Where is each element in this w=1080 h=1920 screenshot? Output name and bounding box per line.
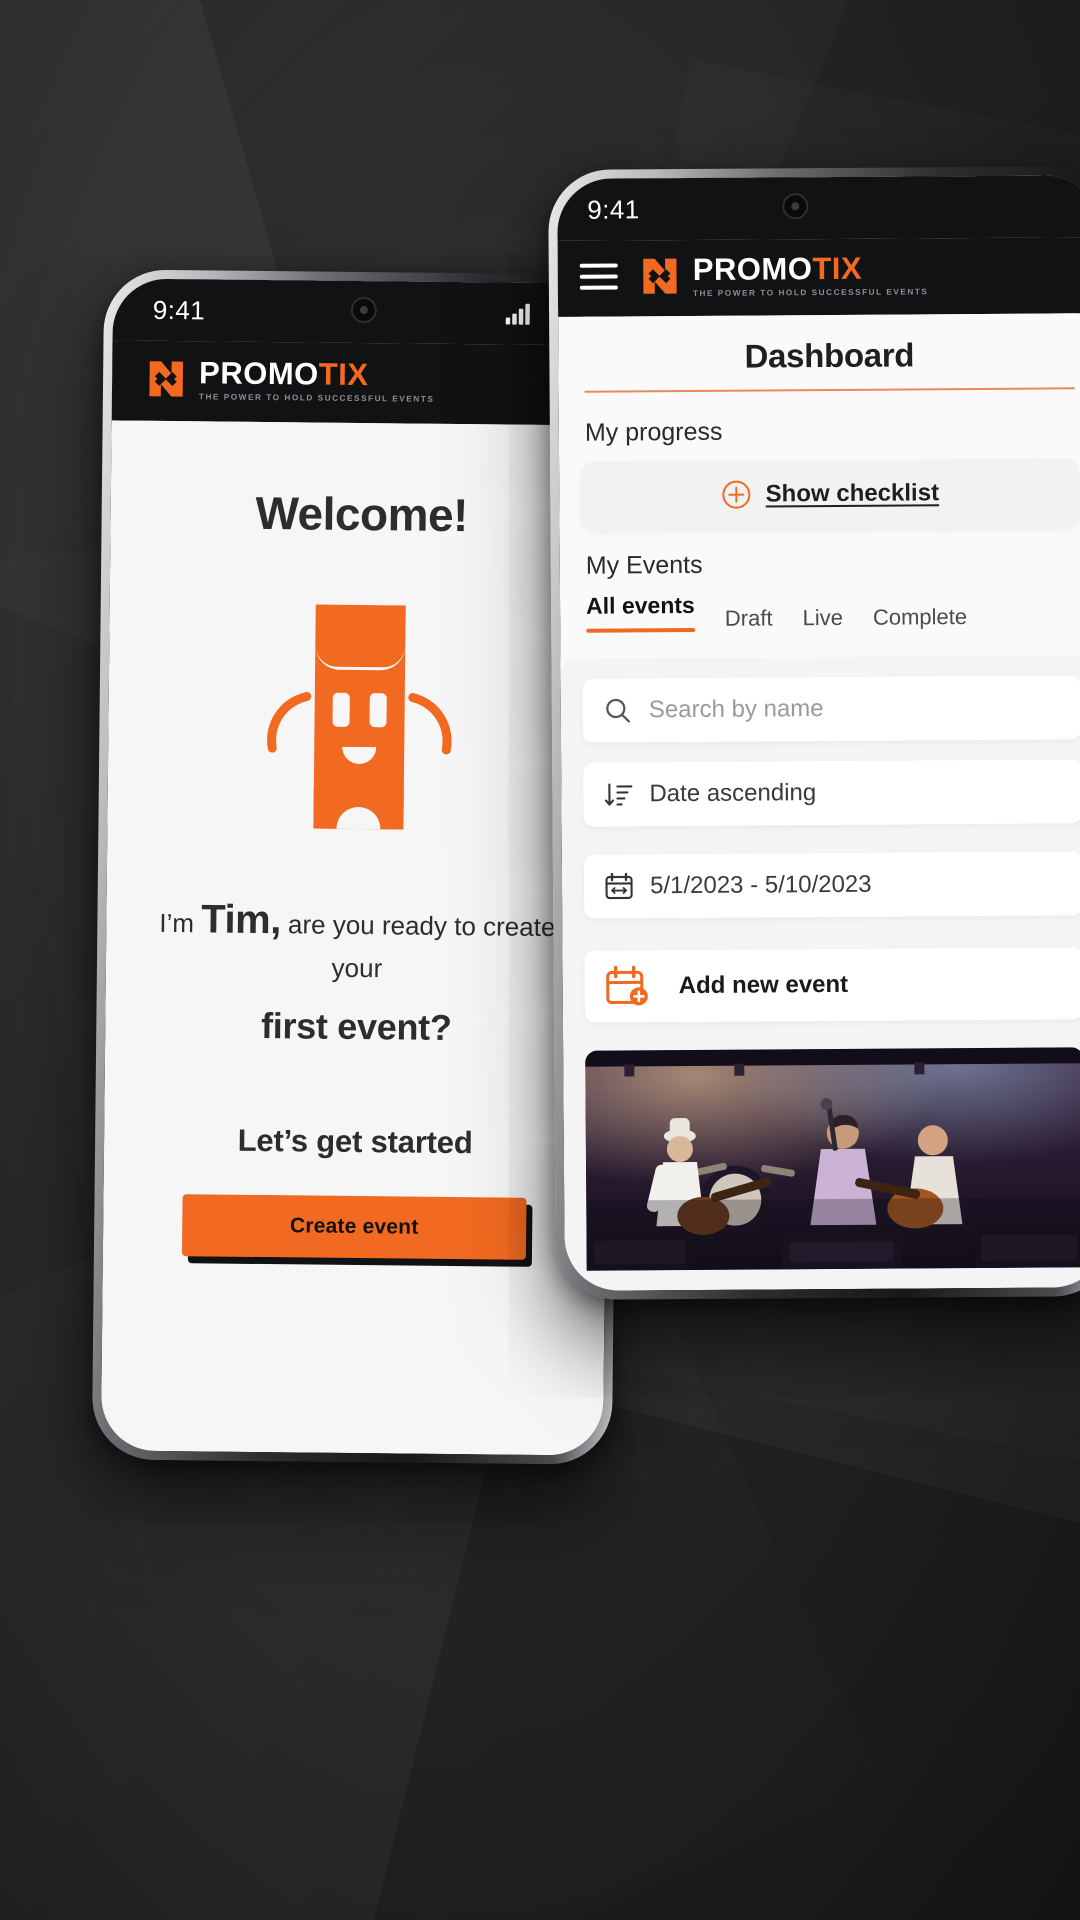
promotix-logo-icon	[149, 361, 184, 397]
dashboard-screen: 9:41 PROMOTIX THE POWER TO HOLD SUCCESSF…	[557, 175, 1080, 1291]
search-icon	[606, 699, 631, 723]
greeting-prefix: I’m	[159, 908, 202, 939]
event-card-image[interactable]	[585, 1047, 1080, 1271]
logo-word: PROMOTIX	[198, 355, 369, 393]
logo-tagline: THE POWER TO HOLD SUCCESSFUL EVENTS	[692, 287, 929, 298]
promotix-logo: PROMOTIX THE POWER TO HOLD SUCCESSFUL EV…	[146, 355, 435, 404]
calendar-add-icon	[606, 965, 648, 1006]
phone-mockup-welcome: 9:41 PROMOTIX THE POWER TO HOLD SUCCESSF…	[91, 269, 625, 1465]
sort-select[interactable]: Date ascending	[583, 759, 1080, 827]
get-started-label: Let’s get started	[237, 1122, 473, 1161]
tab-complete[interactable]: Complete	[873, 604, 967, 639]
event-filter-tabs: All events Draft Live Complete	[560, 577, 1080, 641]
page-title: Dashboard	[744, 336, 915, 375]
promotix-logo[interactable]: PROMOTIX THE POWER TO HOLD SUCCESSFUL EV…	[640, 250, 929, 298]
dashboard-content: Dashboard My progress Show checklist My …	[558, 313, 1080, 1291]
add-new-event-label: Add new event	[678, 971, 849, 1000]
my-events-label: My Events	[585, 551, 703, 580]
plus-circle-icon	[722, 480, 751, 509]
promotix-wordmark: PROMOTIX THE POWER TO HOLD SUCCESSFUL EV…	[692, 250, 929, 298]
app-bar: PROMOTIX THE POWER TO HOLD SUCCESSFUL EV…	[111, 340, 615, 426]
status-bar: 9:41	[557, 175, 1080, 241]
cta-container: Create event	[137, 1194, 572, 1261]
tab-draft[interactable]: Draft	[725, 606, 773, 640]
create-event-button[interactable]: Create event	[181, 1194, 527, 1260]
status-time: 9:41	[152, 294, 206, 325]
phone-mockup-dashboard: 9:41 PROMOTIX THE POWER TO HOLD SUCCESSF…	[548, 166, 1080, 1300]
dashboard-header: Dashboard	[558, 313, 1080, 393]
sort-descending-icon	[604, 783, 633, 806]
calendar-range-icon	[605, 872, 633, 900]
cellular-signal-icon	[505, 303, 530, 325]
date-range-value: 5/1/2023 - 5/10/2023	[649, 870, 872, 900]
tab-live[interactable]: Live	[802, 605, 843, 639]
promotix-wordmark: PROMOTIX THE POWER TO HOLD SUCCESSFUL EV…	[198, 355, 435, 404]
greeting-text: I’m Tim, are you ready to create your fi…	[139, 891, 575, 1054]
show-checklist-card[interactable]: Show checklist	[581, 458, 1080, 530]
tab-all-events[interactable]: All events	[586, 592, 695, 641]
search-placeholder: Search by name	[648, 695, 824, 724]
greeting-question: first event?	[260, 1004, 452, 1048]
date-range-picker[interactable]: 5/1/2023 - 5/10/2023	[583, 851, 1080, 919]
my-progress-label: My progress	[584, 417, 723, 447]
front-camera-punch-hole	[782, 193, 809, 220]
greeting-rest: are you ready to create your	[280, 909, 556, 984]
greeting-name: Tim,	[201, 897, 282, 943]
welcome-screen: 9:41 PROMOTIX THE POWER TO HOLD SUCCESSF…	[100, 278, 616, 1456]
status-bar: 9:41	[112, 278, 616, 346]
hamburger-menu-icon[interactable]	[579, 263, 618, 290]
phone-bezel: 9:41 PROMOTIX THE POWER TO HOLD SUCCESSF…	[100, 278, 616, 1456]
welcome-content: Welcome! I’m Tim, are you ready to creat…	[100, 420, 614, 1456]
page-title: Welcome!	[255, 487, 469, 542]
logo-word: PROMOTIX	[692, 250, 863, 287]
add-new-event-button[interactable]: Add new event	[584, 947, 1080, 1023]
promotix-logo-icon	[643, 258, 677, 294]
phone-bezel: 9:41 PROMOTIX THE POWER TO HOLD SUCCESSF…	[557, 175, 1080, 1291]
app-bar: PROMOTIX THE POWER TO HOLD SUCCESSFUL EV…	[557, 237, 1080, 318]
show-checklist-link[interactable]: Show checklist	[766, 479, 940, 508]
smiling-ticket-mascot-icon	[267, 604, 452, 830]
sort-value: Date ascending	[649, 779, 817, 808]
logo-tagline: THE POWER TO HOLD SUCCESSFUL EVENTS	[198, 392, 435, 404]
live-concert-band-photo	[585, 1047, 1080, 1271]
search-input[interactable]: Search by name	[582, 675, 1080, 743]
events-panel: Search by name Date ascending 5/1/2023 -…	[560, 655, 1080, 1291]
status-time: 9:41	[587, 193, 640, 225]
front-camera-punch-hole	[350, 296, 377, 324]
